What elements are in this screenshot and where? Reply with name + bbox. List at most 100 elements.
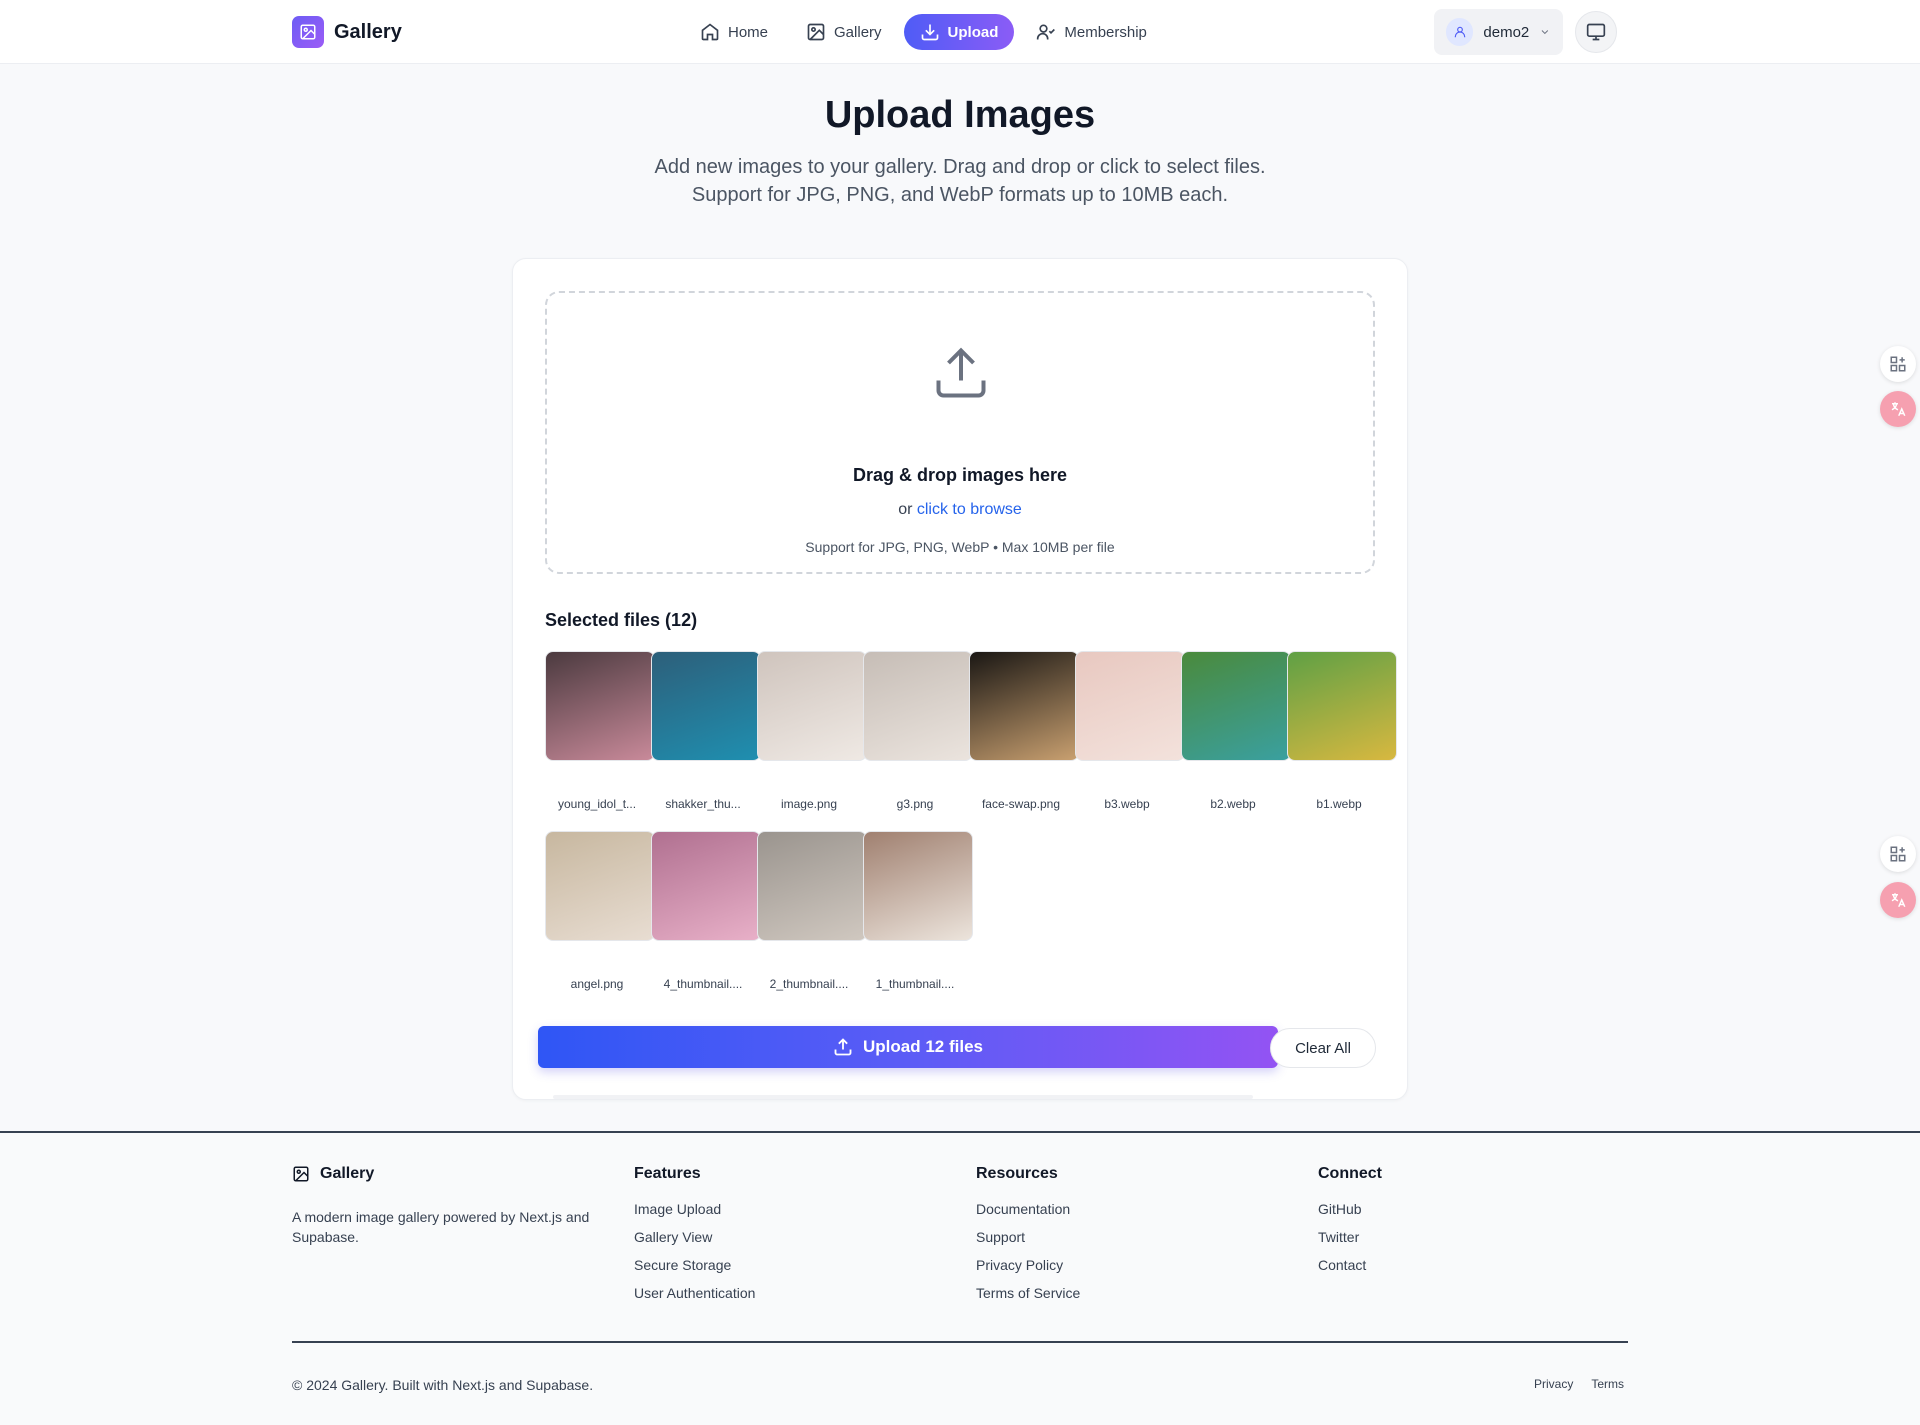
file-name: face-swap.png: [981, 797, 1061, 811]
browse-link[interactable]: click to browse: [917, 501, 1022, 518]
upload-progress-track: [553, 1095, 1253, 1099]
footer-link[interactable]: Secure Storage: [634, 1257, 755, 1275]
file-thumbnail-item[interactable]: young_idol_t...: [545, 651, 657, 811]
upload-files-button[interactable]: Upload 12 files: [538, 1026, 1278, 1068]
upload-icon: [936, 347, 986, 398]
nav-gallery-label: Gallery: [834, 23, 882, 41]
file-thumbnail-image: [863, 651, 973, 761]
file-thumbnail-image: [545, 831, 655, 941]
clear-all-button[interactable]: Clear All: [1270, 1028, 1376, 1068]
grid-plus-icon: [1890, 846, 1906, 862]
footer-link[interactable]: Support: [976, 1229, 1080, 1247]
file-name: b3.webp: [1104, 797, 1150, 811]
nav-membership[interactable]: Membership: [1020, 14, 1163, 50]
download-icon: [921, 24, 938, 41]
main-nav: Home Gallery Upload Membership: [684, 14, 1163, 50]
dropzone-title: Drag & drop images here: [852, 465, 1068, 485]
file-name: g3.png: [896, 797, 934, 811]
footer-col-title: Resources: [976, 1165, 1058, 1182]
file-thumbnail-item[interactable]: image.png: [757, 651, 869, 811]
extension-apps-button[interactable]: [1880, 346, 1916, 382]
nav-gallery[interactable]: Gallery: [790, 14, 898, 50]
footer-link[interactable]: Image Upload: [634, 1201, 755, 1219]
translate-icon: [1891, 402, 1906, 417]
footer-col-connect: Connect GitHub Twitter Contact: [1318, 1165, 1382, 1285]
page-title: Upload Images: [824, 94, 1096, 136]
page-subtitle: Add new images to your gallery. Drag and…: [560, 153, 1360, 209]
file-thumbnail-image: [863, 831, 973, 941]
file-thumbnail-image: [1075, 651, 1185, 761]
subtitle-line-1: Add new images to your gallery. Drag and…: [654, 156, 1266, 178]
file-thumbnail-image: [1287, 651, 1397, 761]
file-thumbnail-item[interactable]: 1_thumbnail....: [863, 831, 975, 991]
nav-upload[interactable]: Upload: [903, 14, 1015, 50]
chevron-down-icon: [1541, 30, 1549, 35]
file-thumbnail-item[interactable]: b2.webp: [1181, 651, 1293, 811]
translate-button-2[interactable]: [1880, 882, 1916, 918]
monitor-icon: [1586, 23, 1606, 41]
file-thumbnail-image: [757, 651, 867, 761]
translate-button[interactable]: [1880, 391, 1916, 427]
file-thumbnail-item[interactable]: angel.png: [545, 831, 657, 991]
footer-link[interactable]: Contact: [1318, 1257, 1382, 1275]
footer-col-resources: Resources Documentation Support Privacy …: [976, 1165, 1080, 1313]
file-name: image.png: [780, 797, 838, 811]
file-thumbnail-item[interactable]: b3.webp: [1075, 651, 1187, 811]
file-name: b1.webp: [1316, 797, 1362, 811]
file-name: 1_thumbnail....: [875, 977, 955, 991]
footer-link[interactable]: Gallery View: [634, 1229, 755, 1247]
user-icon: [1446, 18, 1474, 46]
footer-divider: [292, 1341, 1628, 1343]
file-thumbnail-item[interactable]: shakker_thu...: [651, 651, 763, 811]
file-thumbnail-item[interactable]: 4_thumbnail....: [651, 831, 763, 991]
footer-link[interactable]: Privacy Policy: [976, 1257, 1080, 1275]
file-name: young_idol_t...: [557, 797, 637, 811]
file-thumbnail-image: [757, 831, 867, 941]
file-thumbnail-image: [651, 651, 761, 761]
footer-link[interactable]: Documentation: [976, 1201, 1080, 1219]
image-icon: [293, 1166, 309, 1182]
footer-brand-name: Gallery: [320, 1165, 375, 1182]
user-menu-button[interactable]: demo2: [1434, 9, 1563, 55]
brand-name: Gallery: [334, 20, 402, 43]
nav-home[interactable]: Home: [684, 14, 784, 50]
privacy-link[interactable]: Privacy: [1534, 1377, 1573, 1391]
copyright-text: © 2024 Gallery. Built with Next.js and S…: [292, 1377, 594, 1393]
file-name: 4_thumbnail....: [663, 977, 743, 991]
dropzone-note: Support for JPG, PNG, WebP • Max 10MB pe…: [805, 539, 1115, 555]
home-icon: [701, 23, 719, 41]
nav-home-label: Home: [728, 23, 769, 41]
username: demo2: [1483, 23, 1530, 41]
nav-upload-label: Upload: [947, 23, 999, 41]
file-thumbnail-image: [545, 651, 655, 761]
translate-icon: [1891, 893, 1906, 908]
file-thumbnail-item[interactable]: g3.png: [863, 651, 975, 811]
file-thumbnail-item[interactable]: b1.webp: [1287, 651, 1399, 811]
dropzone-or: or click to browse: [547, 501, 1373, 519]
upload-card: Drag & drop images here or click to brow…: [512, 258, 1408, 1100]
footer-brand: Gallery: [292, 1165, 374, 1183]
footer-col-features: Features Image Upload Gallery View Secur…: [634, 1165, 755, 1313]
terms-link[interactable]: Terms: [1591, 1377, 1624, 1391]
footer-link[interactable]: Terms of Service: [976, 1285, 1080, 1303]
brand-logo[interactable]: Gallery: [292, 16, 402, 48]
footer-description: A modern image gallery powered by Next.j…: [292, 1209, 590, 1245]
footer-link[interactable]: Twitter: [1318, 1229, 1382, 1247]
file-thumbnail-image: [1181, 651, 1291, 761]
file-name: angel.png: [570, 977, 624, 991]
file-thumbnail-image: [651, 831, 761, 941]
image-icon: [292, 16, 324, 48]
theme-toggle-button[interactable]: [1575, 11, 1617, 53]
footer-link[interactable]: User Authentication: [634, 1285, 755, 1303]
site-footer: Gallery A modern image gallery powered b…: [0, 1131, 1920, 1425]
nav-membership-label: Membership: [1064, 23, 1147, 41]
image-icon: [807, 23, 825, 41]
or-text: or: [898, 501, 913, 518]
footer-link[interactable]: GitHub: [1318, 1201, 1382, 1219]
extension-apps-button-2[interactable]: [1880, 836, 1916, 872]
selected-files-title: Selected files (12): [545, 610, 698, 630]
dropzone[interactable]: Drag & drop images here or click to brow…: [545, 291, 1375, 574]
file-thumbnail-item[interactable]: face-swap.png: [969, 651, 1081, 811]
file-thumbnail-item[interactable]: 2_thumbnail....: [757, 831, 869, 991]
upload-icon: [834, 1038, 852, 1056]
